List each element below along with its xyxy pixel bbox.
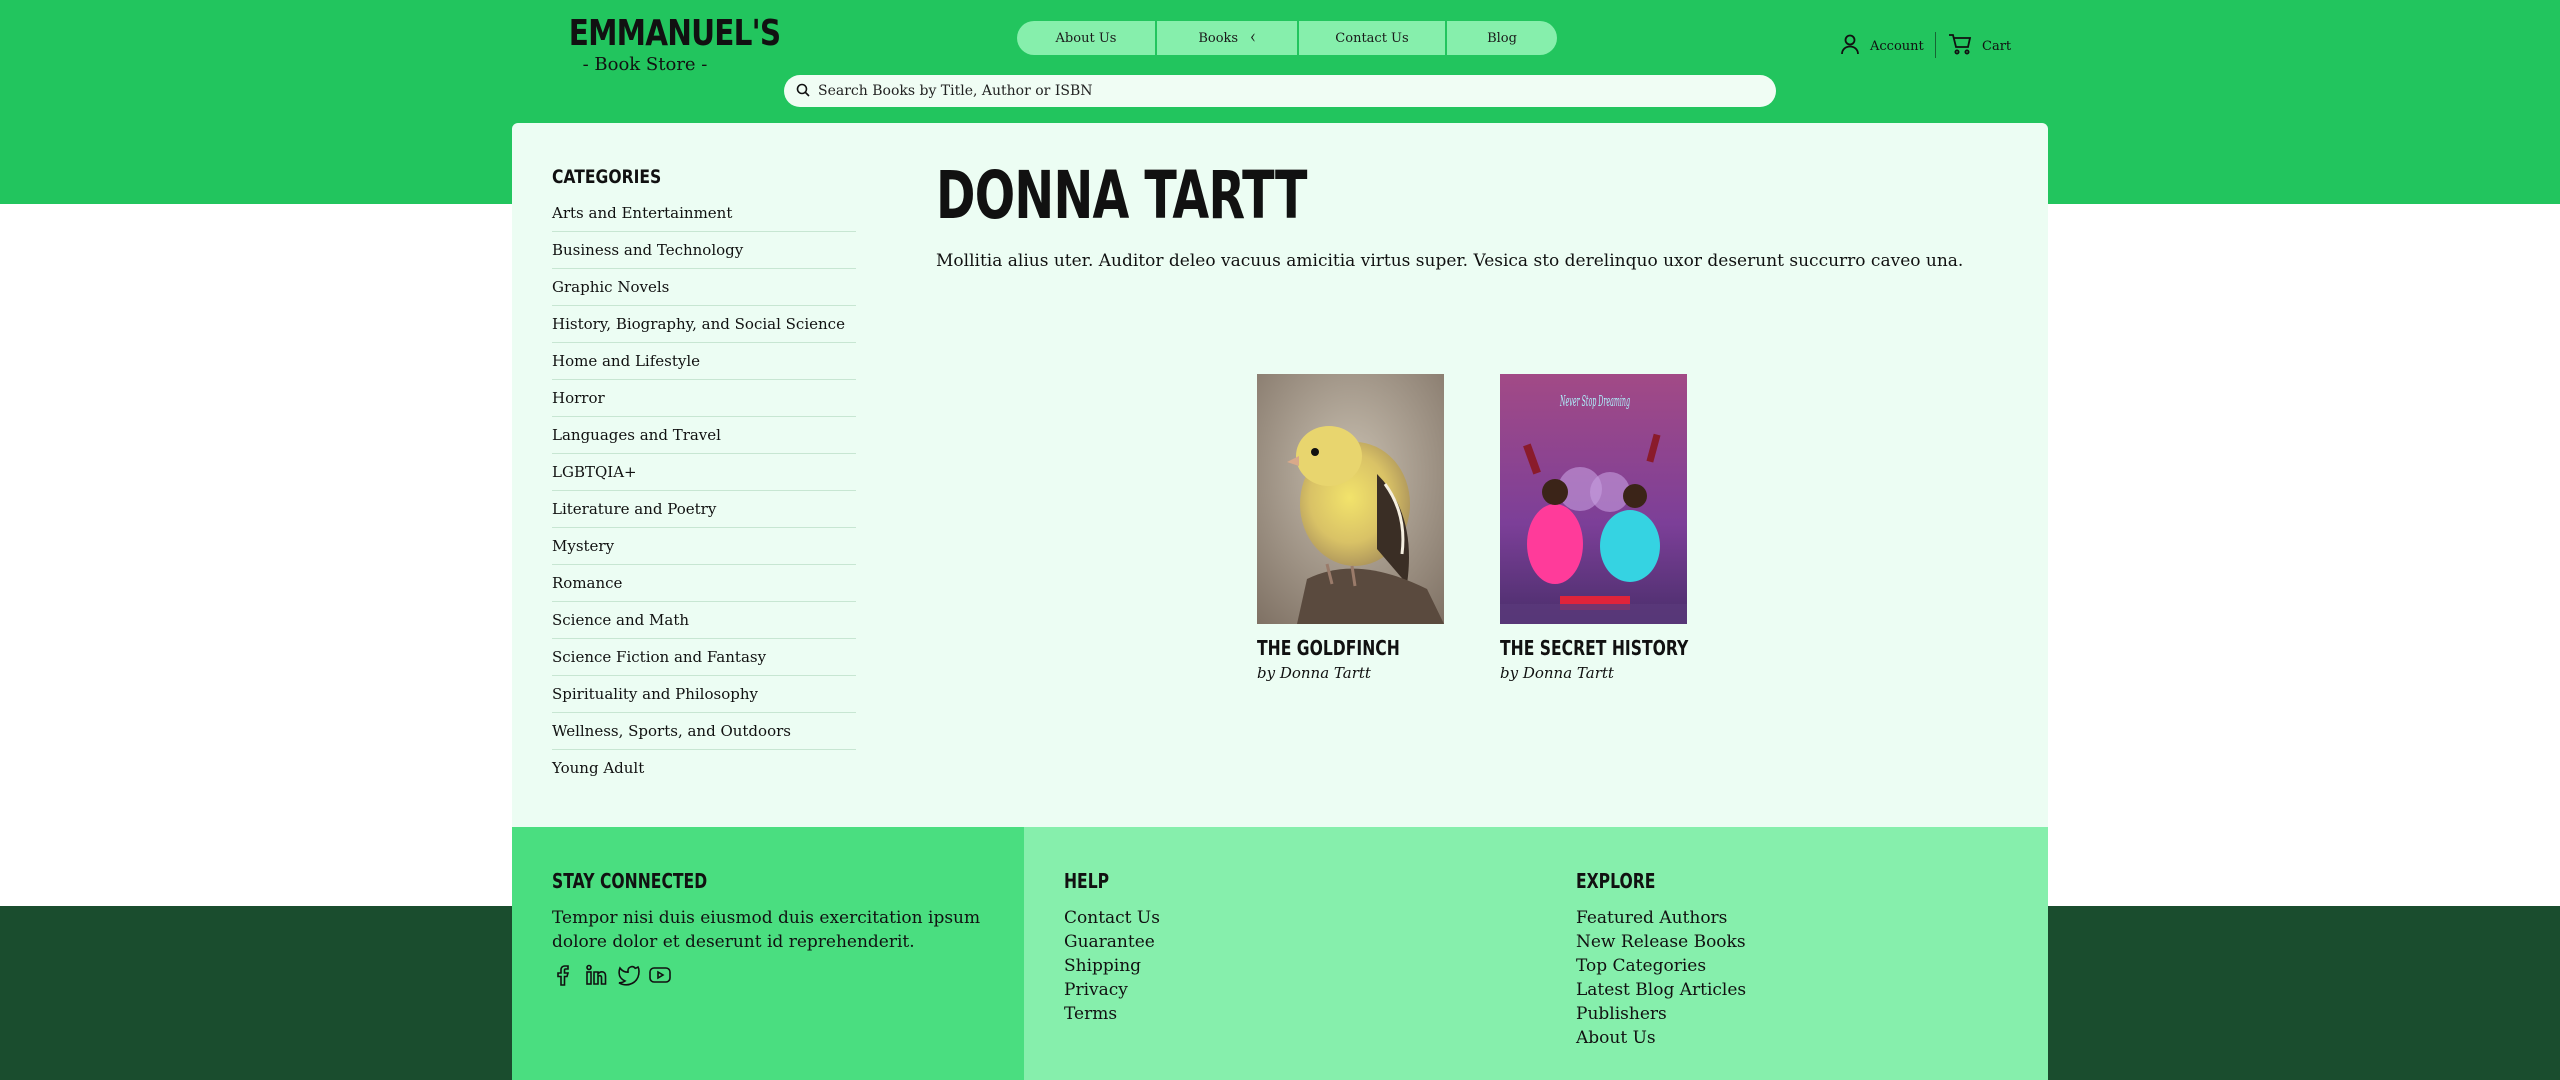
linkedin-icon[interactable]: [584, 963, 608, 987]
category-item[interactable]: History, Biography, and Social Science: [552, 306, 856, 343]
category-item[interactable]: Graphic Novels: [552, 269, 856, 306]
nav-blog[interactable]: Blog: [1447, 21, 1557, 55]
facebook-icon[interactable]: [552, 963, 576, 987]
logo-tagline: - Book Store -: [582, 54, 708, 75]
footer-link[interactable]: Publishers: [1576, 1002, 1746, 1026]
account-link[interactable]: Account: [1840, 33, 1924, 59]
search-icon: [796, 82, 810, 101]
nav-label: Contact Us: [1335, 30, 1409, 46]
book-cover-image: Never Stop Dreaming: [1500, 374, 1687, 624]
nav-label: Blog: [1487, 30, 1517, 46]
cart-label: Cart: [1982, 38, 2012, 54]
category-list: Arts and Entertainment Business and Tech…: [552, 195, 856, 787]
category-item[interactable]: Science and Math: [552, 602, 856, 639]
footer-link[interactable]: Terms: [1064, 1002, 1160, 1026]
help-heading: HELP: [1064, 869, 1110, 893]
book-author: by Donna Tartt: [1257, 664, 1371, 682]
nav-contact-us[interactable]: Contact Us: [1299, 21, 1445, 55]
category-item[interactable]: Languages and Travel: [552, 417, 856, 454]
book-title: THE SECRET HISTORY: [1500, 636, 1689, 660]
nav-label: About Us: [1055, 30, 1117, 46]
twitter-icon[interactable]: [616, 963, 640, 987]
category-item[interactable]: Spirituality and Philosophy: [552, 676, 856, 713]
help-links: Contact Us Guarantee Shipping Privacy Te…: [1064, 906, 1160, 1026]
footer-link[interactable]: Latest Blog Articles: [1576, 978, 1746, 1002]
author-description: Mollitia alius uter. Auditor deleo vacuu…: [936, 251, 1964, 271]
category-item[interactable]: Wellness, Sports, and Outdoors: [552, 713, 856, 750]
search-input[interactable]: [818, 83, 1776, 99]
explore-links: Featured Authors New Release Books Top C…: [1576, 906, 1746, 1050]
youtube-icon[interactable]: [648, 963, 672, 987]
category-item[interactable]: Horror: [552, 380, 856, 417]
footer-link[interactable]: Guarantee: [1064, 930, 1160, 954]
category-item[interactable]: Young Adult: [552, 750, 856, 787]
book-title: THE GOLDFINCH: [1257, 636, 1400, 660]
category-item[interactable]: Literature and Poetry: [552, 491, 856, 528]
explore-heading: EXPLORE: [1576, 869, 1656, 893]
category-item[interactable]: Mystery: [552, 528, 856, 565]
user-icon: [1840, 33, 1860, 59]
footer-link[interactable]: Privacy: [1064, 978, 1160, 1002]
cart-icon: [1948, 33, 1972, 59]
social-links: [552, 963, 672, 987]
nav-books[interactable]: Books ‹: [1157, 21, 1297, 55]
neon-sign-text: Never Stop Dreaming: [1560, 392, 1630, 410]
account-label: Account: [1870, 38, 1924, 54]
footer-link[interactable]: New Release Books: [1576, 930, 1746, 954]
book-cover-image: [1257, 374, 1444, 624]
category-item[interactable]: Science Fiction and Fantasy: [552, 639, 856, 676]
book-card[interactable]: THE GOLDFINCH by Donna Tartt: [1257, 374, 1447, 682]
main-nav: About Us Books ‹ Contact Us Blog: [1017, 21, 1557, 55]
footer-link[interactable]: About Us: [1576, 1026, 1746, 1050]
footer-link[interactable]: Featured Authors: [1576, 906, 1746, 930]
footer-link[interactable]: Top Categories: [1576, 954, 1746, 978]
footer-link[interactable]: Shipping: [1064, 954, 1160, 978]
footer-links-area: [1024, 827, 2048, 1080]
book-card[interactable]: Never Stop Dreaming THE SECRET HISTORY b…: [1500, 374, 1690, 682]
cart-link[interactable]: Cart: [1948, 33, 2011, 59]
category-item[interactable]: Business and Technology: [552, 232, 856, 269]
category-item[interactable]: Arts and Entertainment: [552, 195, 856, 232]
category-item[interactable]: LGBTQIA+: [552, 454, 856, 491]
categories-heading: CATEGORIES: [552, 166, 662, 188]
stay-connected-text: Tempor nisi duis eiusmod duis exercitati…: [552, 908, 981, 952]
footer-link[interactable]: Contact Us: [1064, 906, 1160, 930]
chevron-left-icon: ‹: [1250, 27, 1256, 49]
nav-about-us[interactable]: About Us: [1017, 21, 1155, 55]
store-logo[interactable]: EMMANUEL'S - Book Store -: [552, 13, 781, 76]
header-divider: [1935, 32, 1936, 58]
category-item[interactable]: Romance: [552, 565, 856, 602]
search-bar: [784, 75, 1776, 107]
author-name: DONNA TARTT: [936, 157, 1307, 234]
nav-label: Books: [1198, 30, 1239, 46]
category-item[interactable]: Home and Lifestyle: [552, 343, 856, 380]
logo-name: EMMANUEL'S: [568, 13, 781, 54]
book-author: by Donna Tartt: [1500, 664, 1614, 682]
stay-connected-heading: STAY CONNECTED: [552, 869, 708, 893]
